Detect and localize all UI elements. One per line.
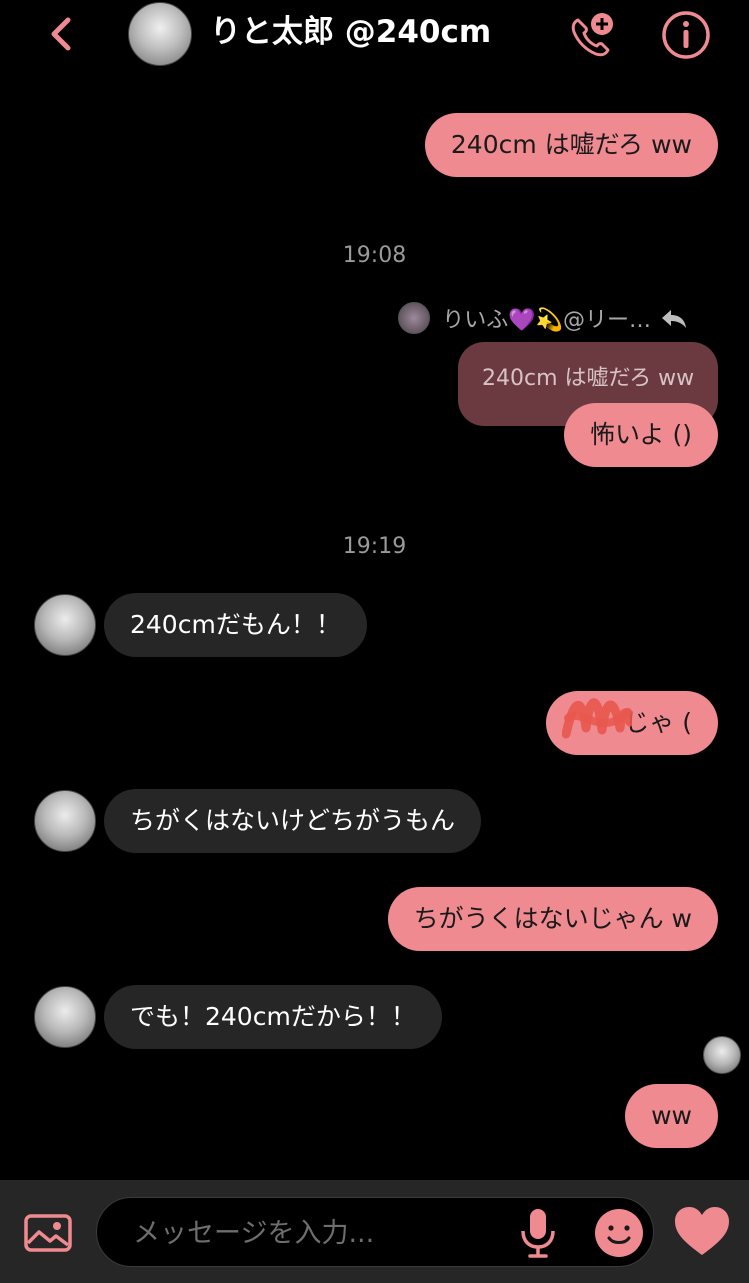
outgoing-message[interactable]: 240cm は嘘だろ ww (424, 113, 718, 177)
contact-avatar[interactable] (128, 2, 192, 66)
contact-name[interactable]: りと太郎 @240cm (210, 12, 491, 52)
timestamp: 19:08 (342, 243, 407, 268)
reply-arrow-icon (662, 310, 686, 328)
heart-icon[interactable] (673, 1205, 731, 1257)
outgoing-message[interactable]: ちがうくはないじゃん w (387, 887, 718, 951)
smile-icon[interactable] (593, 1207, 645, 1259)
read-receipt-avatar (703, 1036, 741, 1074)
incoming-message[interactable]: でも！240cmだから！！ (104, 985, 442, 1049)
image-icon[interactable] (24, 1213, 72, 1253)
reply-sender-avatar (398, 302, 431, 334)
contact-avatar[interactable] (34, 594, 96, 656)
redaction-scribble (562, 698, 632, 739)
outgoing-message[interactable]: 怖いよ () (564, 403, 718, 467)
microphone-icon[interactable] (519, 1207, 557, 1259)
reply-sender-name: りいふ💜💫@リー… (442, 308, 651, 333)
message-input-container[interactable] (96, 1197, 654, 1268)
timestamp: 19:19 (342, 534, 407, 559)
outgoing-message[interactable]: ww (625, 1084, 718, 1148)
incoming-message[interactable]: ちがくはないけどちがうもん (104, 789, 482, 853)
contact-avatar[interactable] (34, 986, 96, 1048)
reply-header: りいふ💜💫@リー… (398, 302, 689, 334)
back-chevron-icon[interactable] (42, 14, 82, 54)
info-icon[interactable] (661, 10, 711, 60)
contact-avatar[interactable] (34, 790, 96, 852)
phone-plus-icon[interactable] (566, 10, 618, 60)
incoming-message[interactable]: 240cmだもん！！ (104, 593, 367, 657)
message-input[interactable] (131, 1198, 505, 1268)
